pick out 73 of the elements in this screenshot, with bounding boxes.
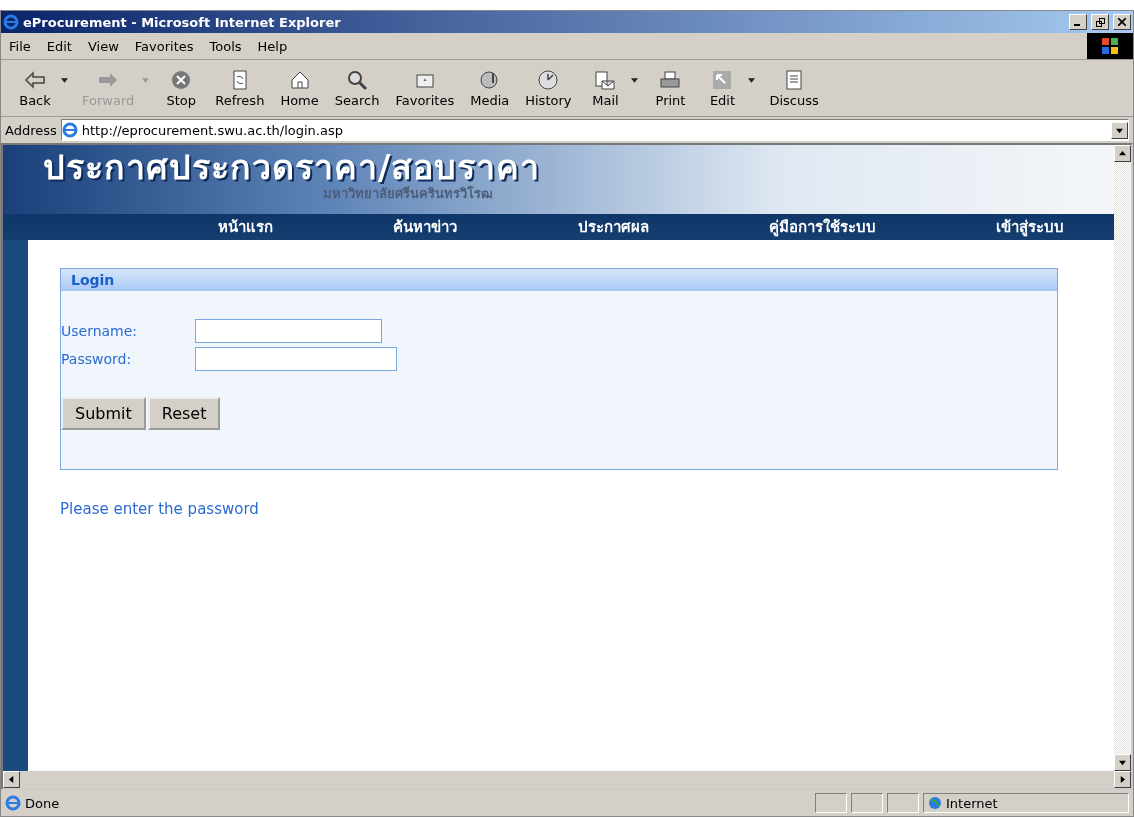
- mail-icon: [594, 68, 617, 91]
- down-arrow-icon: [1116, 126, 1123, 134]
- history-icon: [537, 68, 560, 91]
- address-field[interactable]: http://eprocurement.swu.ac.th/login.asp: [60, 119, 1129, 141]
- panel-title: Login: [71, 272, 115, 288]
- restore-button[interactable]: [1091, 14, 1109, 30]
- stop-icon: [170, 68, 193, 91]
- menu-item[interactable]: Favorites: [126, 38, 202, 54]
- windows-logo: [1087, 33, 1133, 59]
- toolbar-button[interactable]: Print: [644, 66, 697, 110]
- globe-icon: [928, 796, 942, 810]
- back-icon: [24, 68, 46, 91]
- field-label: Password:: [61, 351, 133, 367]
- restore-icon: [1095, 17, 1105, 27]
- scroll-left-button[interactable]: [3, 771, 20, 788]
- nav-link[interactable]: ประกาศผล: [577, 215, 649, 239]
- scroll-right-button[interactable]: [1114, 771, 1131, 788]
- edit-icon: [711, 68, 734, 91]
- status-panel: [815, 793, 847, 813]
- zone-text: Internet: [946, 795, 998, 811]
- toolbar-button[interactable]: Refresh: [207, 66, 273, 110]
- vertical-scrollbar[interactable]: [1114, 145, 1131, 771]
- menu-item[interactable]: Edit: [38, 38, 80, 54]
- form-button[interactable]: Submit: [61, 397, 146, 430]
- site-title: ประกาศประกวดราคา/สอบราคา: [43, 146, 542, 187]
- ie-logo-icon: [5, 795, 21, 811]
- status-panel: [887, 793, 919, 813]
- menu-item[interactable]: File: [1, 38, 39, 54]
- toolbar-button[interactable]: Mail: [579, 66, 632, 110]
- minimize-button[interactable]: [1069, 14, 1087, 30]
- up-arrow-icon: [1119, 150, 1126, 157]
- field-label: Username:: [61, 323, 139, 339]
- ie-logo-icon: [3, 14, 19, 30]
- down-arrow-icon: [1119, 759, 1126, 766]
- nav-link[interactable]: คู่มือการใช้ระบบ: [768, 215, 876, 239]
- close-button[interactable]: [1113, 14, 1131, 30]
- form-button[interactable]: Reset: [147, 397, 221, 430]
- menu-item[interactable]: Tools: [201, 38, 250, 54]
- toolbar-button[interactable]: Discuss: [761, 66, 827, 110]
- nav-link[interactable]: เข้าสู่ระบบ: [996, 215, 1064, 239]
- horizontal-scrollbar[interactable]: [3, 771, 1131, 788]
- scroll-down-button[interactable]: [1114, 754, 1131, 771]
- close-icon: [1118, 18, 1126, 26]
- search-icon: [346, 68, 369, 91]
- toolbar-button[interactable]: History: [517, 66, 580, 110]
- scroll-up-button[interactable]: [1114, 145, 1131, 162]
- toolbar-button[interactable]: Back: [9, 66, 61, 110]
- caret-icon[interactable]: [748, 78, 756, 83]
- caret-icon[interactable]: [631, 78, 639, 83]
- menu-item[interactable]: View: [79, 38, 127, 54]
- input-field[interactable]: [195, 319, 382, 343]
- dropdown-button[interactable]: [1111, 121, 1128, 139]
- site-subtitle: มหาวิทยาลัยศรีนครินทรวิโรฒ: [323, 185, 494, 203]
- nav-link[interactable]: ค้นหาข่าว: [393, 215, 458, 239]
- print-icon: [659, 68, 682, 91]
- input-field[interactable]: [195, 347, 397, 371]
- toolbar-button[interactable]: Search: [326, 66, 388, 110]
- toolbar-button[interactable]: Stop: [155, 66, 208, 110]
- left-arrow-icon: [8, 776, 15, 783]
- address-label: Address: [5, 122, 57, 138]
- nav-link[interactable]: หน้าแรก: [218, 215, 273, 239]
- ie-logo-icon: [61, 122, 78, 138]
- toolbar-button[interactable]: Favorites: [387, 66, 463, 110]
- window-title: eProcurement - Microsoft Internet Explorer: [23, 14, 342, 30]
- toolbar-button[interactable]: Edit: [696, 66, 749, 110]
- menu-item[interactable]: Help: [249, 38, 296, 54]
- status-panel: [851, 793, 883, 813]
- toolbar-button[interactable]: Home: [272, 66, 327, 110]
- message-text: Please enter the password: [60, 500, 260, 518]
- caret-icon[interactable]: [61, 78, 68, 83]
- status-text: Done: [25, 795, 61, 811]
- right-arrow-icon: [1119, 776, 1126, 783]
- toolbar-button[interactable]: Media: [462, 66, 518, 110]
